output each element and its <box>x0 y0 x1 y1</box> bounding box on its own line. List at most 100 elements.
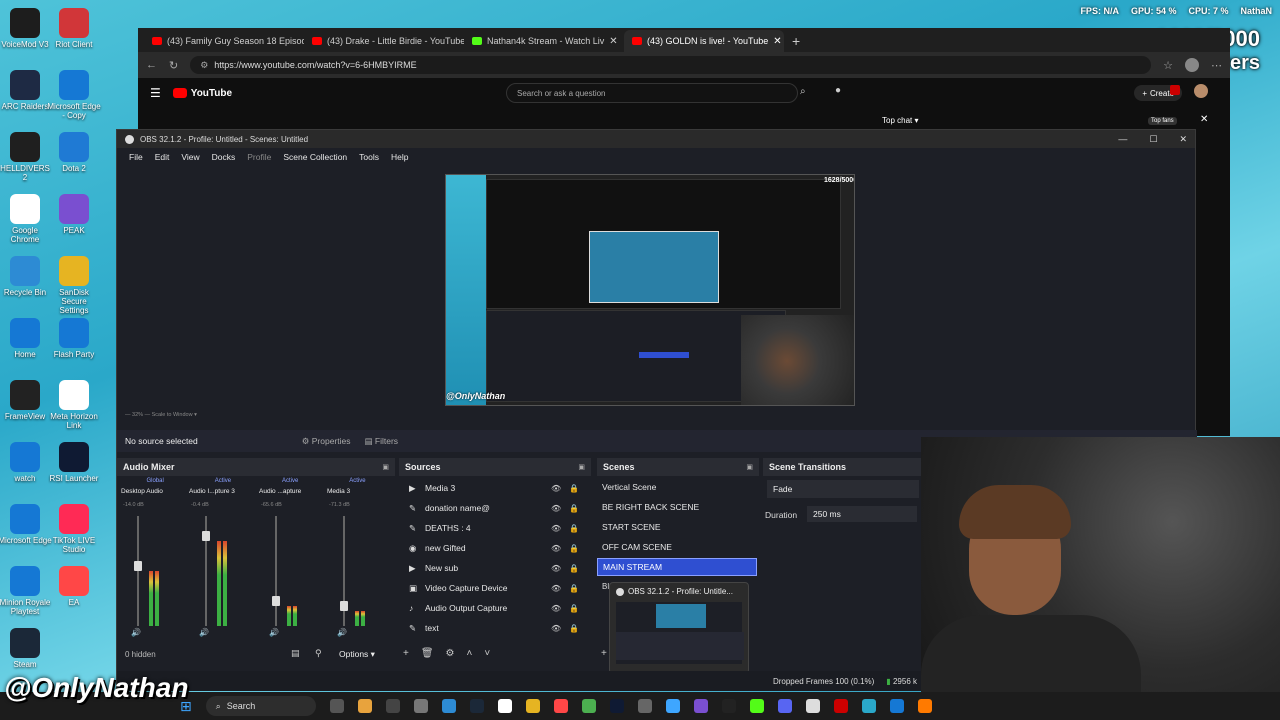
source-row[interactable]: ▣ Video Capture Device 👁 🔒 <box>401 578 585 598</box>
visibility-icon[interactable]: 👁 <box>551 524 561 533</box>
desktop-icon[interactable]: Microsoft Edge - Copy <box>46 70 102 120</box>
taskbar-app-icon[interactable] <box>581 699 596 713</box>
volume-fader-knob[interactable] <box>340 601 348 611</box>
volume-fader-knob[interactable] <box>202 531 210 541</box>
mixer-channel-name[interactable]: Desktop Audio <box>121 488 185 495</box>
mute-icon[interactable]: 🔊 <box>131 628 141 637</box>
taskbar-app-icon[interactable] <box>917 699 932 713</box>
properties-button[interactable]: ⚙ Properties <box>302 436 351 447</box>
taskbar-app-icon[interactable] <box>833 699 848 713</box>
taskbar-app-icon[interactable] <box>637 699 652 713</box>
remove-source-icon[interactable]: 🗑 <box>421 648 434 659</box>
scene-row-selected[interactable]: MAIN STREAM <box>597 558 757 576</box>
avatar[interactable] <box>1194 84 1208 98</box>
taskbar-app-icon[interactable] <box>525 699 540 713</box>
menu-profile[interactable]: Profile <box>247 152 271 162</box>
transition-select[interactable]: Fade <box>767 480 919 498</box>
obs-preview-canvas[interactable]: 1628/5000 @OnlyNathan <box>445 174 855 406</box>
scale-readout[interactable]: — 32% — Scale to Window ▾ <box>125 412 197 418</box>
maximize-icon[interactable]: ☐ <box>1149 134 1157 145</box>
desktop-icon[interactable]: Steam <box>0 628 53 669</box>
dock-menu-icon[interactable]: ▣ <box>746 463 753 471</box>
taskbar-app-icon[interactable] <box>413 699 428 713</box>
notifications-icon[interactable] <box>1170 85 1180 95</box>
volume-fader-track[interactable] <box>275 516 277 626</box>
top-chat-dropdown[interactable]: Top chat ▾ <box>882 116 919 125</box>
taskbar-app-icon[interactable] <box>497 699 512 713</box>
add-source-icon[interactable]: + <box>403 648 409 659</box>
menu-icon[interactable]: ⋯ <box>1211 59 1222 72</box>
close-chat-icon[interactable]: ✕ <box>1200 114 1208 125</box>
profile-icon[interactable] <box>1185 58 1199 72</box>
desktop-icon[interactable]: PEAK <box>46 194 102 235</box>
taskbar-app-icon[interactable] <box>889 699 904 713</box>
mixer-tab[interactable]: Active <box>215 478 231 484</box>
taskbar-app-icon[interactable] <box>329 699 344 713</box>
mute-icon[interactable]: 🔊 <box>269 628 279 637</box>
mixer-tab[interactable]: Active <box>349 478 365 484</box>
move-up-icon[interactable]: ˄ <box>467 648 473 659</box>
new-tab-icon[interactable]: + <box>784 33 800 52</box>
browser-tab[interactable]: Nathan4k Stream - Watch Liv ✕ <box>464 30 624 52</box>
menu-docks[interactable]: Docks <box>212 152 236 162</box>
menu-help[interactable]: Help <box>391 152 408 162</box>
mixer-channel-name[interactable]: Audio ...apture <box>259 488 323 495</box>
taskbar-app-icon[interactable] <box>665 699 680 713</box>
scene-row[interactable]: START SCENE <box>597 518 757 536</box>
browser-tab[interactable]: (43) Drake - Little Birdie - YouTube✕ <box>304 30 464 52</box>
scene-row[interactable]: BE RIGHT BACK SCENE <box>597 498 757 516</box>
visibility-icon[interactable]: 👁 <box>551 604 561 613</box>
source-row[interactable]: ✎ DEATHS : 4 👁 🔒 <box>401 518 585 538</box>
lock-icon[interactable]: 🔒 <box>569 544 579 553</box>
taskbar-app-icon[interactable] <box>553 699 568 713</box>
mixer-tab-global[interactable]: Global <box>146 478 163 484</box>
taskbar-app-icon[interactable] <box>693 699 708 713</box>
menu-tools[interactable]: Tools <box>359 152 379 162</box>
volume-fader-knob[interactable] <box>272 596 280 606</box>
mixer-tab[interactable]: Active <box>282 478 298 484</box>
options-button[interactable]: Options ▾ <box>339 649 375 660</box>
desktop-icon[interactable]: TikTok LIVE Studio <box>46 504 102 554</box>
scene-row[interactable]: OFF CAM SCENE <box>597 538 757 556</box>
site-info-icon[interactable]: ⚙ <box>200 60 208 71</box>
taskbar-app-icon[interactable] <box>777 699 792 713</box>
close-icon[interactable]: ✕ <box>1179 134 1187 145</box>
scene-row[interactable]: Vertical Scene <box>597 478 757 496</box>
mixer-channel-name[interactable]: Media 3 <box>327 488 391 495</box>
taskbar-app-icon[interactable] <box>805 699 820 713</box>
dock-menu-icon[interactable]: ▣ <box>578 463 585 471</box>
lock-icon[interactable]: 🔒 <box>569 624 579 633</box>
taskbar-search[interactable]: ⌕ Search <box>205 696 316 716</box>
visibility-icon[interactable]: 👁 <box>551 584 561 593</box>
browser-tab-active[interactable]: (43) GOLDN is live! - YouTube ✕ <box>624 30 784 52</box>
taskbar-app-icon[interactable] <box>861 699 876 713</box>
mixer-link-icon[interactable]: ⚲ <box>315 648 322 659</box>
taskbar-app-icon[interactable] <box>357 699 372 713</box>
source-row[interactable]: ▶ New sub 👁 🔒 <box>401 558 585 578</box>
mixer-channel-name[interactable]: Audio I...pture 3 <box>189 488 253 495</box>
taskbar-app-icon[interactable] <box>385 699 400 713</box>
duration-input[interactable]: 250 ms <box>807 506 917 522</box>
desktop-icon[interactable]: SanDisk Secure Settings <box>46 256 102 315</box>
visibility-icon[interactable]: 👁 <box>551 504 561 513</box>
lock-icon[interactable]: 🔒 <box>569 504 579 513</box>
address-bar[interactable]: ⚙ https://www.youtube.com/watch?v=6-6HMB… <box>190 56 1152 74</box>
reload-icon[interactable]: ↻ <box>169 59 178 72</box>
move-down-icon[interactable]: ˅ <box>484 648 490 659</box>
menu-view[interactable]: View <box>181 152 199 162</box>
source-row[interactable]: ✎ donation name@ 👁 🔒 <box>401 498 585 518</box>
mute-icon[interactable]: 🔊 <box>199 628 209 637</box>
add-scene-icon[interactable]: + <box>601 648 607 659</box>
back-icon[interactable]: ← <box>146 59 157 71</box>
taskbar-app-icon[interactable] <box>469 699 484 713</box>
desktop-icon[interactable]: EA <box>46 566 102 607</box>
search-icon[interactable]: ⌕ <box>800 86 806 97</box>
visibility-icon[interactable]: 👁 <box>551 624 561 633</box>
source-settings-icon[interactable]: ⚙ <box>446 648 455 659</box>
source-row[interactable]: ▶ Media 3 👁 🔒 <box>401 478 585 498</box>
close-tab-icon[interactable]: ✕ <box>609 36 617 47</box>
taskbar-preview-tooltip[interactable]: OBS 32.1.2 - Profile: Untitle... <box>609 582 749 674</box>
visibility-icon[interactable]: 👁 <box>551 564 561 573</box>
minimize-icon[interactable]: — <box>1118 134 1127 145</box>
taskbar-app-icon[interactable] <box>441 699 456 713</box>
